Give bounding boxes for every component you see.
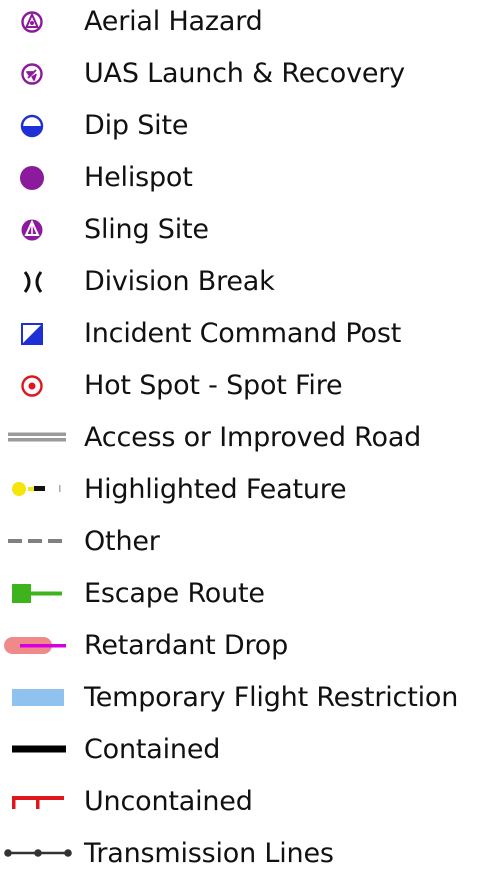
legend-item-tfr: Temporary Flight Restriction <box>0 672 487 724</box>
legend-item-aerial-hazard: Aerial Hazard <box>0 0 487 48</box>
legend-item-label: Helispot <box>84 162 193 193</box>
legend-item-label: Sling Site <box>84 214 209 245</box>
division-break-icon <box>0 256 76 308</box>
legend-item-other: Other <box>0 516 487 568</box>
legend-item-uncontained: Uncontained <box>0 776 487 828</box>
legend-item-highlighted-feature: Highlighted Feature <box>0 464 487 516</box>
legend-item-dip-site: Dip Site <box>0 100 487 152</box>
legend-item-label: Temporary Flight Restriction <box>84 682 459 713</box>
legend-item-label: Transmission Lines <box>84 838 334 869</box>
other-dashed-line-icon <box>0 516 76 568</box>
highlighted-feature-icon <box>0 464 76 516</box>
tfr-icon <box>0 672 76 724</box>
retardant-drop-icon <box>0 620 76 672</box>
legend-item-access-road: Access or Improved Road <box>0 412 487 464</box>
uncontained-line-icon <box>0 776 76 828</box>
legend-item-contained: Contained <box>0 724 487 776</box>
incident-command-post-icon <box>0 308 76 360</box>
legend-item-label: Retardant Drop <box>84 630 289 661</box>
aerial-hazard-icon <box>0 0 76 48</box>
legend-item-label: Escape Route <box>84 578 265 609</box>
legend-item-helispot: Helispot <box>0 152 487 204</box>
legend-item-label: UAS Launch & Recovery <box>84 58 405 89</box>
legend-item-label: Other <box>84 526 160 557</box>
sling-site-icon <box>0 204 76 256</box>
legend-item-label: Aerial Hazard <box>84 6 263 37</box>
legend-item-transmission-lines: Transmission Lines <box>0 828 487 880</box>
legend-item-uas-launch-recovery: UAS Launch & Recovery <box>0 48 487 100</box>
legend-item-label: Dip Site <box>84 110 189 141</box>
legend-item-incident-command-post: Incident Command Post <box>0 308 487 360</box>
legend-item-label: Division Break <box>84 266 275 297</box>
dip-site-icon <box>0 100 76 152</box>
legend: Aerial Hazard UAS Launch & Recovery Dip … <box>0 0 487 871</box>
legend-item-sling-site: Sling Site <box>0 204 487 256</box>
contained-line-icon <box>0 724 76 776</box>
hot-spot-icon <box>0 360 76 412</box>
legend-item-label: Uncontained <box>84 786 253 817</box>
legend-item-label: Highlighted Feature <box>84 474 347 505</box>
uas-launch-recovery-icon <box>0 48 76 100</box>
legend-item-division-break: Division Break <box>0 256 487 308</box>
transmission-line-icon <box>0 828 76 880</box>
escape-route-icon <box>0 568 76 620</box>
legend-item-escape-route: Escape Route <box>0 568 487 620</box>
helispot-icon <box>0 152 76 204</box>
legend-item-label: Incident Command Post <box>84 318 402 349</box>
legend-item-hot-spot: Hot Spot - Spot Fire <box>0 360 487 412</box>
legend-item-label: Contained <box>84 734 221 765</box>
legend-item-label: Access or Improved Road <box>84 422 422 453</box>
road-line-icon <box>0 412 76 464</box>
legend-item-retardant-drop: Retardant Drop <box>0 620 487 672</box>
legend-item-label: Hot Spot - Spot Fire <box>84 370 343 401</box>
